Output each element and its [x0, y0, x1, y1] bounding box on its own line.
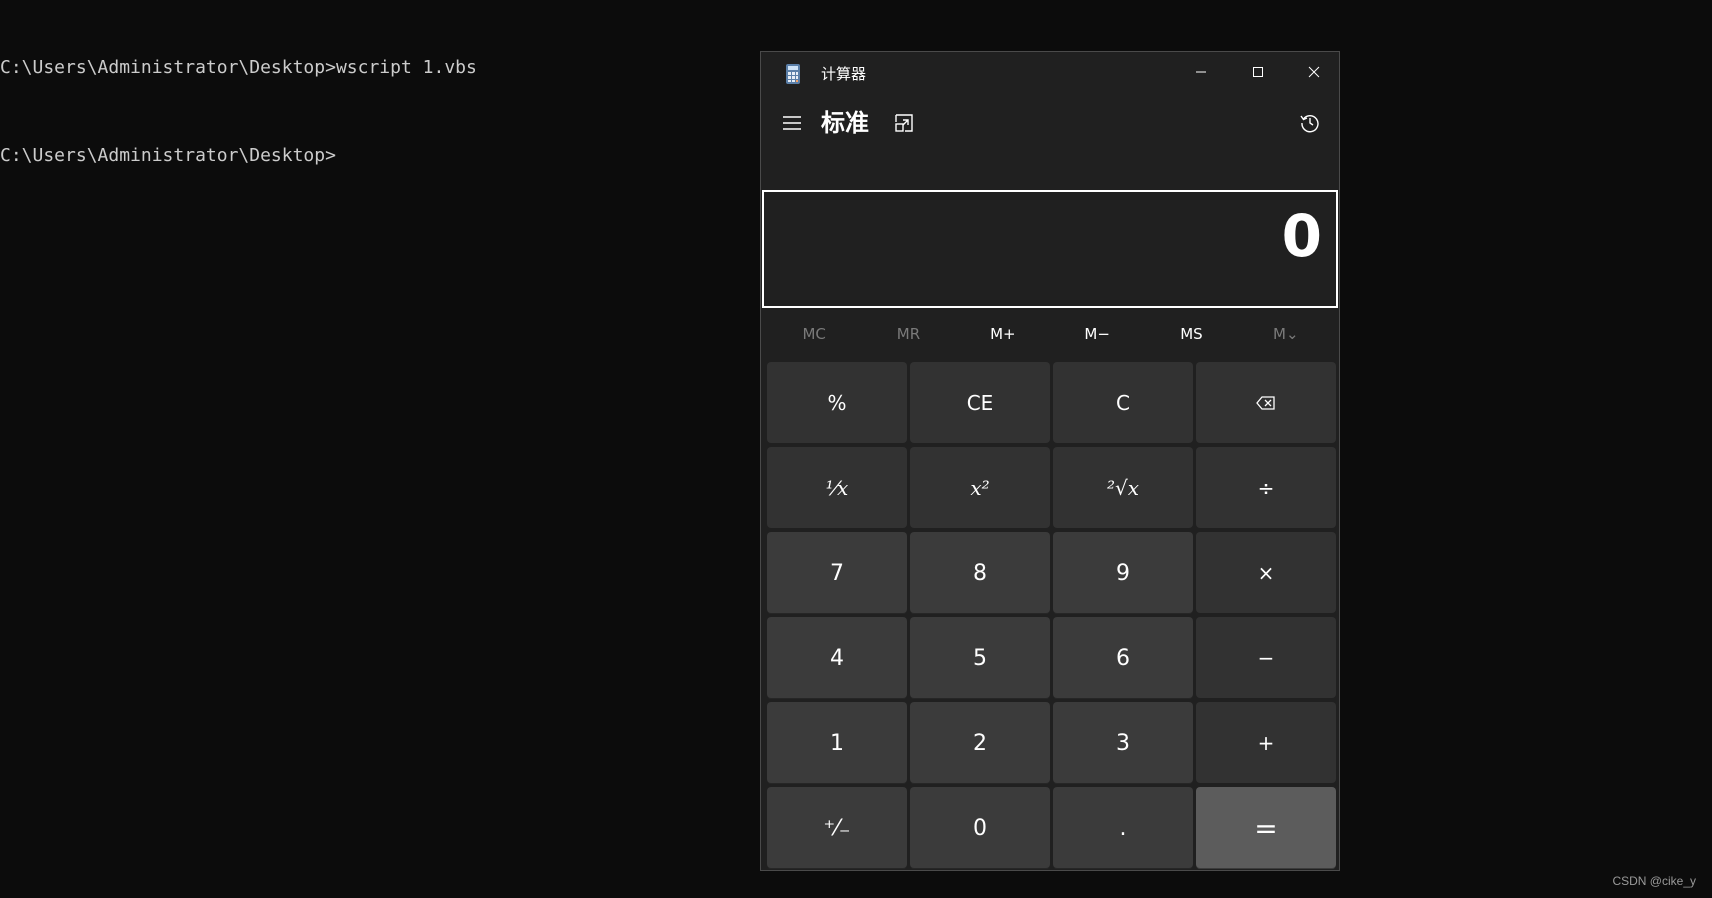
keep-on-top-icon: [895, 114, 913, 132]
equals-button[interactable]: =: [1196, 787, 1336, 869]
title-bar[interactable]: 计算器: [761, 52, 1339, 96]
console-line-2: C:\Users\Administrator\Desktop>: [0, 145, 336, 166]
minimize-button[interactable]: [1173, 52, 1229, 92]
display-value: 0: [1281, 202, 1322, 270]
digit-9-button[interactable]: 9: [1053, 532, 1193, 614]
history-icon: [1300, 115, 1319, 133]
maximize-icon: [1253, 67, 1263, 77]
square-label: x²: [970, 476, 990, 500]
memory-list-button[interactable]: M⌄: [1239, 314, 1333, 354]
digit-0-button[interactable]: 0: [910, 787, 1050, 869]
digit-6-button[interactable]: 6: [1053, 617, 1193, 699]
memory-clear-button[interactable]: MC: [767, 314, 861, 354]
watermark: CSDN @cike_y: [1612, 874, 1696, 888]
console: C:\Users\Administrator\Desktop>wscript 1…: [0, 8, 477, 192]
digit-4-button[interactable]: 4: [767, 617, 907, 699]
digit-8-button[interactable]: 8: [910, 532, 1050, 614]
memory-recall-button[interactable]: MR: [861, 314, 955, 354]
close-icon: [1308, 66, 1320, 78]
memory-add-button[interactable]: M+: [956, 314, 1050, 354]
reciprocal-label: ¹⁄x: [825, 476, 849, 500]
calculator-icon: [785, 64, 801, 84]
percent-button[interactable]: %: [767, 362, 907, 444]
minus-button[interactable]: −: [1196, 617, 1336, 699]
calculator-window: 计算器 标准 0 MC MR M+ M− MS M⌄ % CE C ¹⁄x x²…: [760, 51, 1340, 871]
digit-5-button[interactable]: 5: [910, 617, 1050, 699]
close-button[interactable]: [1286, 52, 1342, 92]
result-display: 0: [762, 190, 1338, 308]
backspace-button[interactable]: [1196, 362, 1336, 444]
minimize-icon: [1196, 71, 1206, 73]
keypad: % CE C ¹⁄x x² ²√x ÷ 7 8 9 × 4 5 6 − 1 2 …: [767, 362, 1337, 869]
navigation-menu-button[interactable]: [777, 108, 807, 138]
reciprocal-button[interactable]: ¹⁄x: [767, 447, 907, 529]
keep-on-top-button[interactable]: [889, 108, 919, 138]
mode-title: 标准: [821, 109, 869, 137]
history-button[interactable]: [1295, 108, 1325, 138]
maximize-button[interactable]: [1230, 52, 1286, 92]
digit-2-button[interactable]: 2: [910, 702, 1050, 784]
multiply-button[interactable]: ×: [1196, 532, 1336, 614]
square-root-button[interactable]: ²√x: [1053, 447, 1193, 529]
memory-row: MC MR M+ M− MS M⌄: [767, 314, 1333, 354]
clear-button[interactable]: C: [1053, 362, 1193, 444]
window-title: 计算器: [821, 65, 867, 83]
digit-3-button[interactable]: 3: [1053, 702, 1193, 784]
clear-entry-button[interactable]: CE: [910, 362, 1050, 444]
divide-button[interactable]: ÷: [1196, 447, 1336, 529]
digit-1-button[interactable]: 1: [767, 702, 907, 784]
hamburger-icon: [783, 116, 801, 130]
memory-subtract-button[interactable]: M−: [1050, 314, 1144, 354]
console-line-1: C:\Users\Administrator\Desktop>wscript 1…: [0, 57, 477, 78]
negate-button[interactable]: ⁺⁄₋: [767, 787, 907, 869]
square-button[interactable]: x²: [910, 447, 1050, 529]
calculator-header: 标准: [761, 96, 1339, 152]
backspace-icon: [1256, 396, 1275, 410]
decimal-button[interactable]: .: [1053, 787, 1193, 869]
square-root-label: ²√x: [1106, 476, 1140, 500]
plus-button[interactable]: +: [1196, 702, 1336, 784]
digit-7-button[interactable]: 7: [767, 532, 907, 614]
memory-store-button[interactable]: MS: [1144, 314, 1238, 354]
